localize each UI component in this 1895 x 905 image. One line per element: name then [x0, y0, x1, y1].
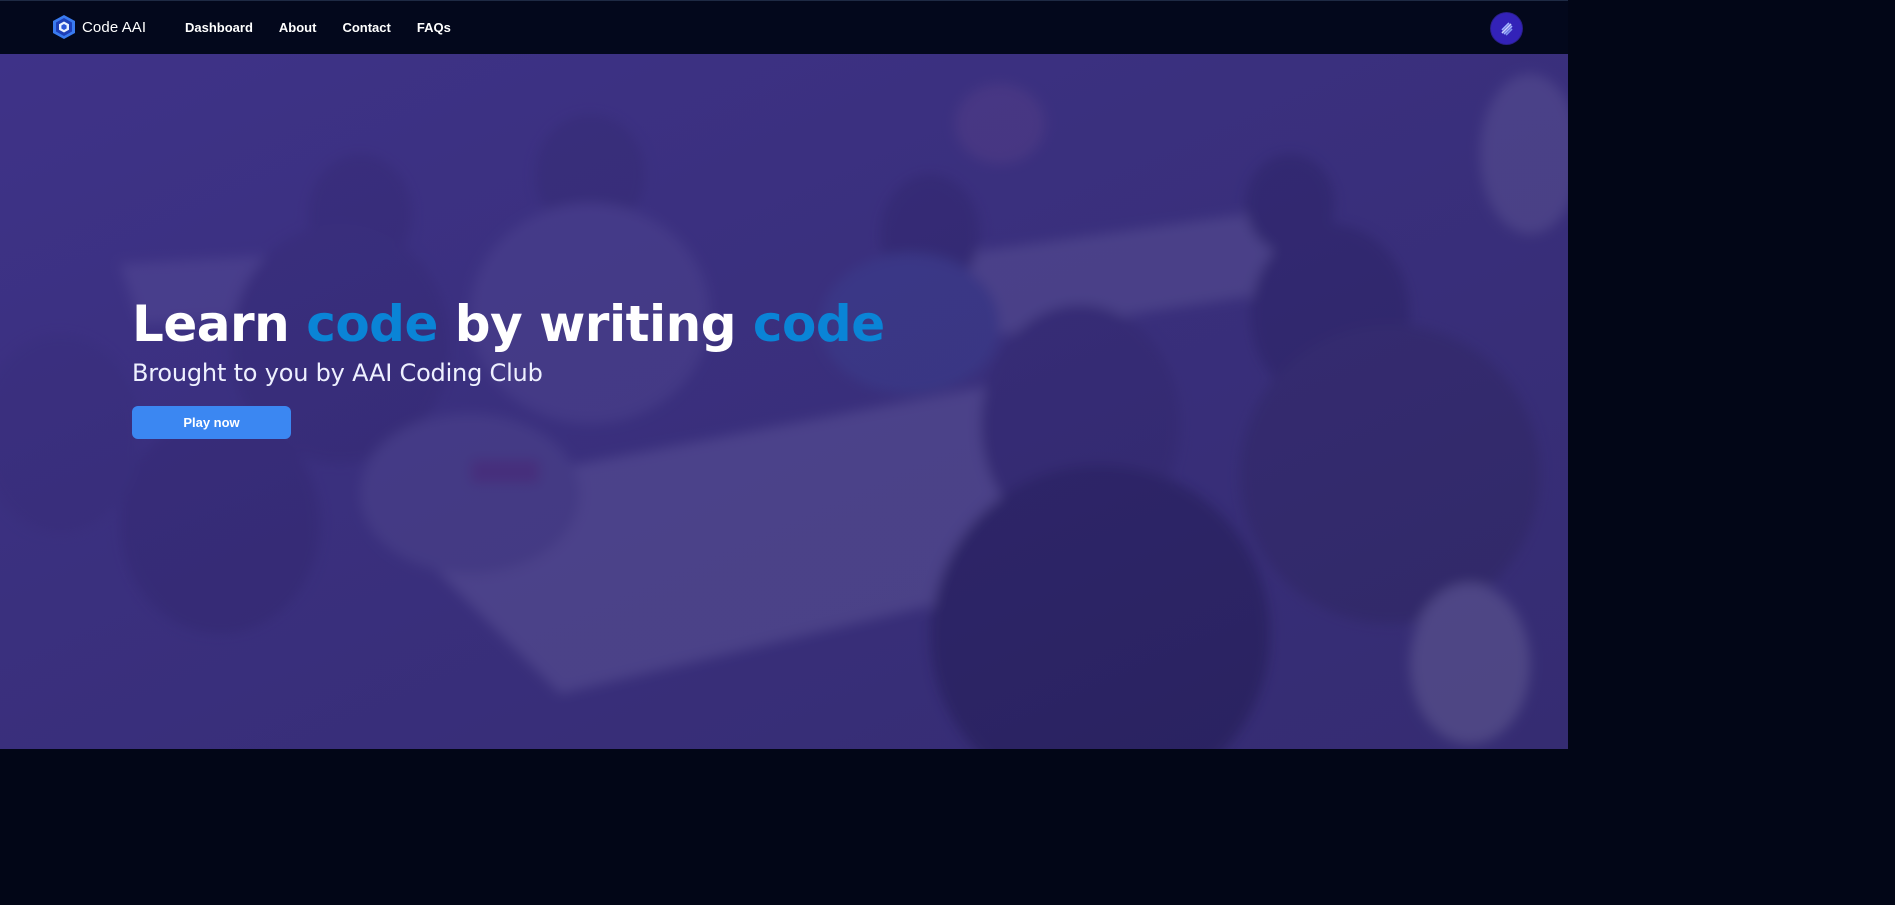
brand-link[interactable]: Code AAI [52, 14, 146, 40]
play-now-button[interactable]: Play now [132, 406, 291, 439]
headline-word-learn: Learn [132, 295, 307, 353]
hero-subheadline: Brought to you by AAI Coding Club [132, 359, 543, 387]
nav-link-about[interactable]: About [279, 20, 317, 36]
brand-name: Code AAI [82, 18, 147, 36]
user-avatar-button[interactable] [1491, 13, 1522, 44]
hexagon-logo-icon [53, 15, 75, 39]
hero-section: Learn code by writing code Brought to yo… [0, 54, 1568, 749]
hero-content: Learn code by writing code Brought to yo… [132, 294, 885, 439]
headline-word-code-2: code [752, 295, 885, 353]
nav-links: Dashboard About Contact FAQs [185, 20, 477, 36]
top-navbar: Code AAI Dashboard About Contact FAQs [0, 0, 1568, 54]
nav-link-faqs[interactable]: FAQs [417, 20, 451, 36]
headline-word-by-writing: by writing [437, 295, 753, 353]
user-avatar-icon [1500, 21, 1513, 36]
nav-link-contact[interactable]: Contact [342, 20, 390, 36]
hero-headline: Learn code by writing code [132, 294, 885, 354]
nav-link-dashboard[interactable]: Dashboard [185, 20, 253, 36]
headline-word-code: code [306, 295, 438, 353]
